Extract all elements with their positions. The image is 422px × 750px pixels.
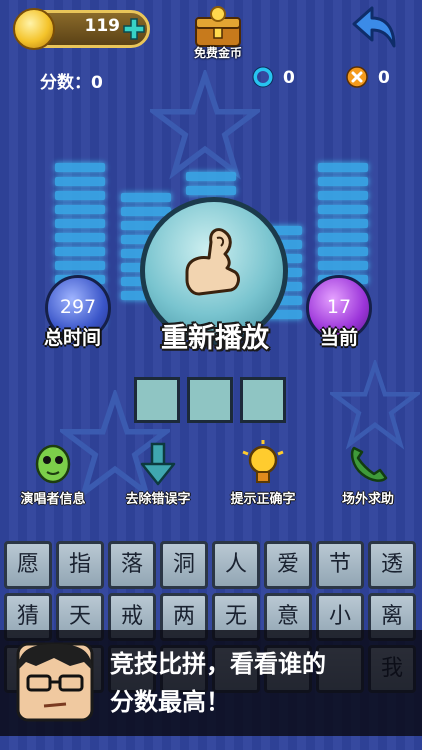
letter-tile[interactable]: 透 (368, 541, 416, 589)
lightbulb-icon (242, 440, 284, 483)
letter-tile[interactable]: 愿 (4, 541, 52, 589)
letter-tile[interactable]: 洞 (160, 541, 208, 589)
answer-slot[interactable] (187, 377, 233, 423)
tool-label: 提示正确字 (230, 492, 296, 507)
tool-label: 场外求助 (341, 492, 394, 507)
avatar-face-icon (16, 642, 94, 722)
answer-slot[interactable] (240, 377, 286, 423)
coin-count: 119 (84, 16, 121, 36)
coin-icon (13, 8, 55, 50)
star-decoration-icon (150, 70, 260, 180)
wrong-x-icon (346, 66, 368, 88)
banner-line-1: 竞技比拼，看看谁的 (110, 650, 326, 678)
correct-ring-icon (252, 66, 274, 88)
back-arrow-icon[interactable] (348, 2, 400, 54)
add-coins-icon[interactable] (122, 17, 146, 41)
letter-tile[interactable]: 指 (56, 541, 104, 589)
current-label: 当前 (320, 327, 359, 349)
correct-count: 0 (283, 68, 295, 88)
equalizer-bar (186, 172, 236, 200)
banner-line-2: 分数最高！ (110, 688, 230, 716)
tool-outside-help[interactable]: 场外求助 (318, 440, 418, 510)
replay-label[interactable]: 重新播放 (120, 316, 310, 355)
wrong-count: 0 (378, 68, 390, 88)
answer-slot[interactable] (134, 377, 180, 423)
letter-tile[interactable]: 落 (108, 541, 156, 589)
letter-tile[interactable]: 人 (212, 541, 260, 589)
free-coins-label[interactable]: 免费金币 (184, 44, 252, 61)
star-decoration-icon (330, 360, 420, 450)
alien-icon (35, 444, 71, 484)
tool-remove-wrong[interactable]: 去除错误字 (108, 440, 208, 510)
tool-singer-info[interactable]: 演唱者信息 (3, 440, 103, 510)
tool-label: 去除错误字 (125, 492, 191, 507)
total-time-label: 总时间 (44, 327, 102, 349)
letter-tile[interactable]: 爱 (264, 541, 312, 589)
phone-icon (350, 446, 388, 482)
score-label: 分数：0 (40, 73, 103, 93)
letter-tile[interactable]: 节 (316, 541, 364, 589)
remove-arrow-icon (140, 442, 176, 486)
tool-hint-correct[interactable]: 提示正确字 (213, 440, 313, 510)
tool-label: 演唱者信息 (20, 492, 86, 507)
equalizer-bar (318, 163, 368, 289)
